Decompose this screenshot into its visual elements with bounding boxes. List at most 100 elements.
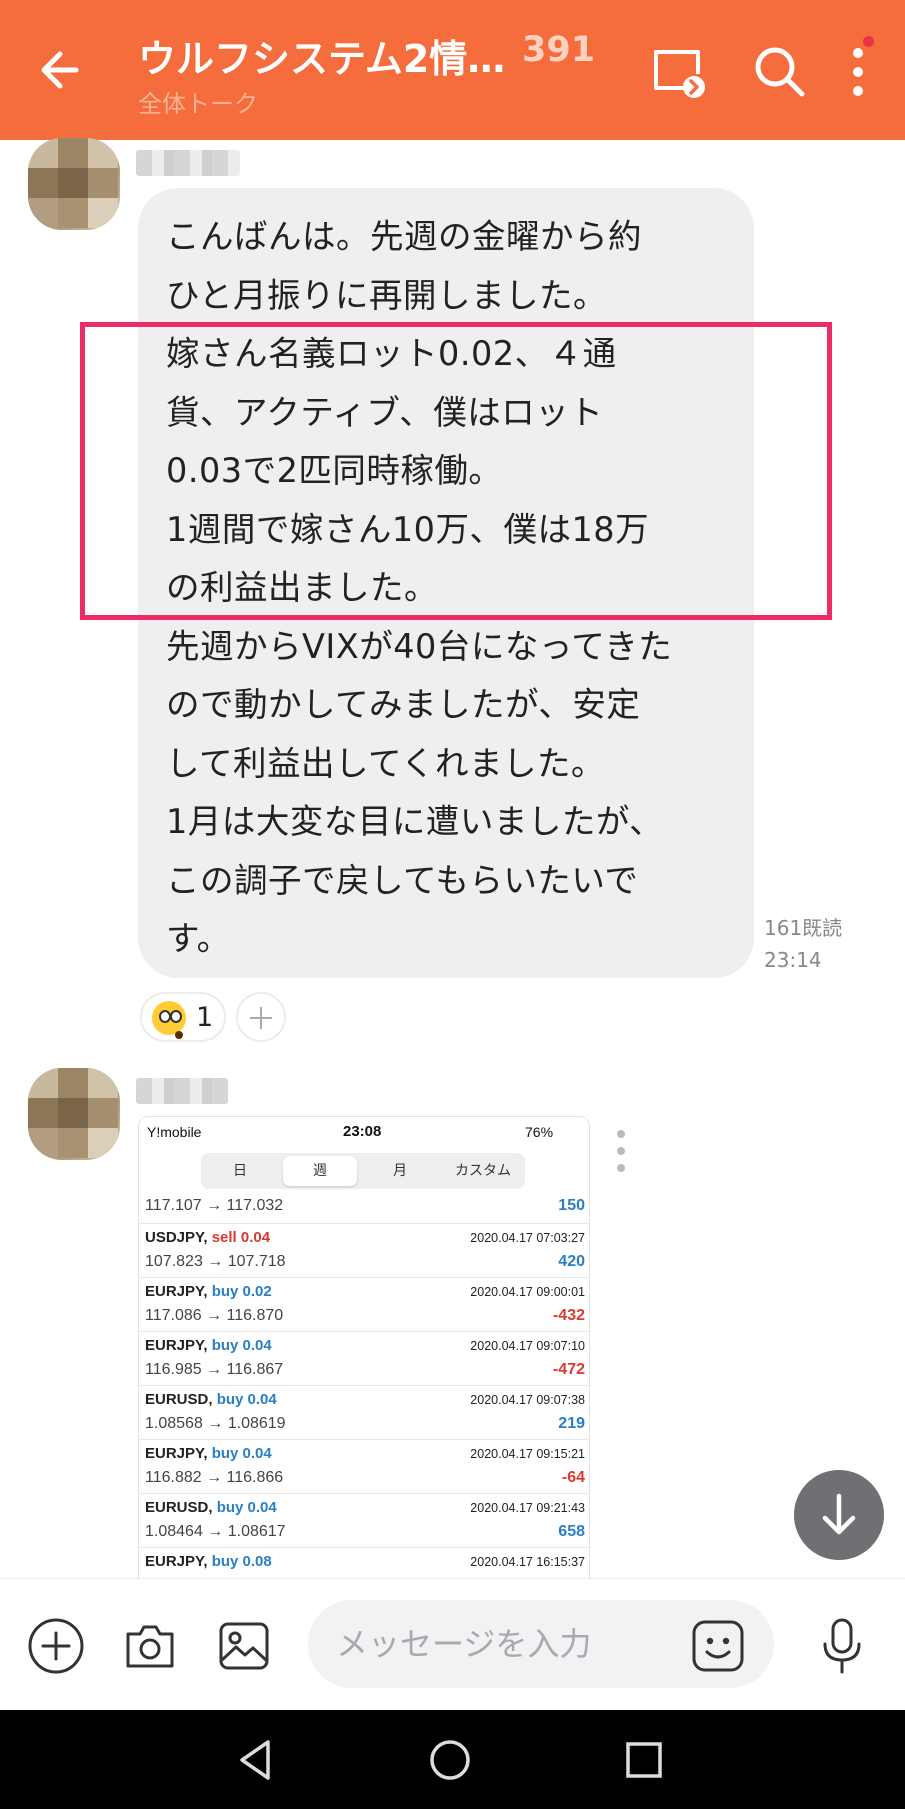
carrier-label: Y!mobile	[147, 1124, 202, 1140]
chat-title[interactable]: ウルフシステム2情…	[138, 28, 505, 83]
trade-row: EURUSD, buy 0.04 2020.04.17 09:07:38 1.085…	[139, 1385, 589, 1439]
trade-side: buy 0.04	[216, 1391, 277, 1408]
sender-name-blurred	[136, 150, 240, 176]
trade-symbol: EURJPY, buy 0.02	[145, 1283, 272, 1300]
trade-row: EURJPY, buy 0.04 2020.04.17 09:15:21 116.8…	[139, 1439, 589, 1493]
trade-date: 2020.04.17 09:00:01	[470, 1285, 585, 1299]
trade-date: 2020.04.17 16:15:37	[470, 1555, 585, 1569]
trade-profit: -472	[552, 1361, 585, 1378]
trade-date: 2020.04.17 09:07:10	[470, 1339, 585, 1353]
trade-date: 2020.04.17 09:15:21	[470, 1447, 585, 1461]
trade-row: 117.107 → 117.032 150	[139, 1193, 589, 1223]
system-navigation-bar	[0, 1710, 905, 1809]
trade-symbol: EURJPY, buy 0.04	[145, 1445, 272, 1462]
trade-side: sell 0.04	[211, 1229, 271, 1246]
message-line: す。	[166, 919, 231, 958]
reaction-chip[interactable]: 1	[140, 992, 226, 1042]
battery-level: 76%	[525, 1124, 554, 1140]
trade-symbol: EURJPY, buy 0.08	[145, 1553, 272, 1570]
back-arrow-icon[interactable]	[30, 38, 94, 102]
trade-symbol-name: EURUSD,	[145, 1499, 213, 1516]
member-count: 391	[522, 30, 596, 70]
trade-side: buy 0.04	[216, 1499, 277, 1516]
message-line: して利益出してくれました。	[166, 743, 605, 783]
emoji-icon[interactable]	[688, 1616, 748, 1676]
trade-date: 2020.04.17 07:03:27	[470, 1231, 585, 1245]
add-reaction-button[interactable]	[236, 992, 286, 1042]
image-options-icon[interactable]	[614, 1130, 628, 1172]
trade-profit: -64	[561, 1469, 585, 1486]
trade-date: 2020.04.17 09:21:43	[470, 1501, 585, 1515]
trade-side: buy 0.02	[211, 1283, 272, 1300]
message-line: ひと月振りに再開しました。	[166, 275, 607, 315]
trade-symbol: USDJPY, sell 0.04	[145, 1229, 270, 1246]
trade-prices: 1.08464 → 1.08617	[145, 1523, 286, 1540]
trade-symbol-name: EURJPY,	[145, 1283, 208, 1300]
trade-symbol-name: EURJPY,	[145, 1337, 208, 1354]
microphone-icon[interactable]	[812, 1616, 872, 1676]
trade-side: buy 0.04	[211, 1445, 272, 1462]
reaction-count: 1	[196, 1002, 214, 1033]
period-segmented-control: 日 週 月 カスタム	[201, 1153, 525, 1189]
message-meta: 161既読 23:14	[764, 912, 842, 976]
trade-symbol-name: EURJPY,	[145, 1445, 208, 1462]
sender-name-blurred	[136, 1078, 228, 1104]
more-menu-icon[interactable]	[826, 40, 890, 104]
notification-dot	[863, 36, 874, 47]
segment-week: 週	[283, 1156, 357, 1186]
gallery-icon[interactable]	[214, 1616, 274, 1676]
trade-row: EURJPY, buy 0.08 2020.04.17 16:15:37	[139, 1547, 589, 1579]
trade-prices: 107.823 → 107.718	[145, 1253, 286, 1270]
trade-symbol-name: USDJPY,	[145, 1229, 208, 1246]
trade-profit: 420	[558, 1253, 585, 1270]
read-count: 161既読	[764, 916, 843, 940]
trade-row: EURJPY, buy 0.02 2020.04.17 09:00:01 117.0…	[139, 1277, 589, 1331]
plus-icon[interactable]	[26, 1616, 86, 1676]
trade-prices: 116.882 → 116.866	[145, 1469, 284, 1486]
trade-prices: 117.086 → 116.870	[145, 1307, 284, 1324]
nav-back-icon[interactable]	[234, 1738, 278, 1782]
message-line: 先週からVIXが40台になってきた	[166, 626, 673, 666]
scroll-to-bottom-button[interactable]	[794, 1470, 884, 1560]
trade-prices: 117.107 → 117.032	[145, 1197, 284, 1214]
trade-list: 117.107 → 117.032 150 USDJPY, sell 0.04 2…	[139, 1193, 589, 1579]
nav-recents-icon[interactable]	[624, 1740, 664, 1780]
message-line: この調子で戻してもらいたいで	[166, 860, 639, 900]
trade-side: buy 0.08	[211, 1553, 272, 1570]
trade-profit: 219	[558, 1415, 585, 1432]
astonished-face-icon	[152, 1001, 186, 1039]
trade-symbol-name: EURUSD,	[145, 1391, 213, 1408]
search-icon[interactable]	[748, 40, 812, 104]
status-time: 23:08	[343, 1123, 382, 1140]
chat-header: ウルフシステム2情… 391 全体トーク	[0, 0, 905, 140]
notice-icon[interactable]	[646, 40, 710, 104]
trade-row: EURJPY, buy 0.04 2020.04.17 09:07:10 116.9…	[139, 1331, 589, 1385]
trade-symbol-name: EURJPY,	[145, 1553, 208, 1570]
camera-icon[interactable]	[120, 1616, 180, 1676]
message-time: 23:14	[764, 948, 822, 972]
trade-profit: 658	[558, 1523, 585, 1540]
trade-profit: 150	[558, 1197, 585, 1214]
trade-profit: -432	[552, 1307, 585, 1324]
trade-row: USDJPY, sell 0.04 2020.04.17 07:03:27 107.…	[139, 1223, 589, 1277]
segment-custom: カスタム	[455, 1163, 511, 1179]
nav-home-icon[interactable]	[428, 1738, 472, 1782]
trade-symbol: EURJPY, buy 0.04	[145, 1337, 272, 1354]
trade-row: EURUSD, buy 0.04 2020.04.17 09:21:43 1.084…	[139, 1493, 589, 1547]
avatar[interactable]	[28, 138, 120, 230]
shared-image-trade-history[interactable]: Y!mobile 23:08 76% 日 週 月 カスタム 117.107 → …	[138, 1116, 590, 1580]
trade-prices: 116.985 → 116.867	[145, 1361, 284, 1378]
avatar[interactable]	[28, 1068, 120, 1160]
trade-date: 2020.04.17 09:07:38	[470, 1393, 585, 1407]
message-line: 1月は大変な目に遭いましたが、	[166, 802, 664, 841]
segment-day: 日	[233, 1163, 247, 1179]
segment-month: 月	[393, 1163, 407, 1179]
chat-screen: ウルフシステム2情… 391 全体トーク こんばんは。先週の金曜から約 ひと月振…	[0, 0, 905, 1809]
image-status-bar: Y!mobile 23:08 76%	[139, 1117, 589, 1147]
message-input[interactable]	[336, 1618, 656, 1670]
trade-symbol: EURUSD, buy 0.04	[145, 1391, 277, 1408]
trade-side: buy 0.04	[211, 1337, 272, 1354]
message-line: こんばんは。先週の金曜から約	[166, 217, 642, 256]
message-line: ので動かしてみましたが、安定	[166, 685, 641, 724]
trade-prices: 1.08568 → 1.08619	[145, 1415, 286, 1432]
